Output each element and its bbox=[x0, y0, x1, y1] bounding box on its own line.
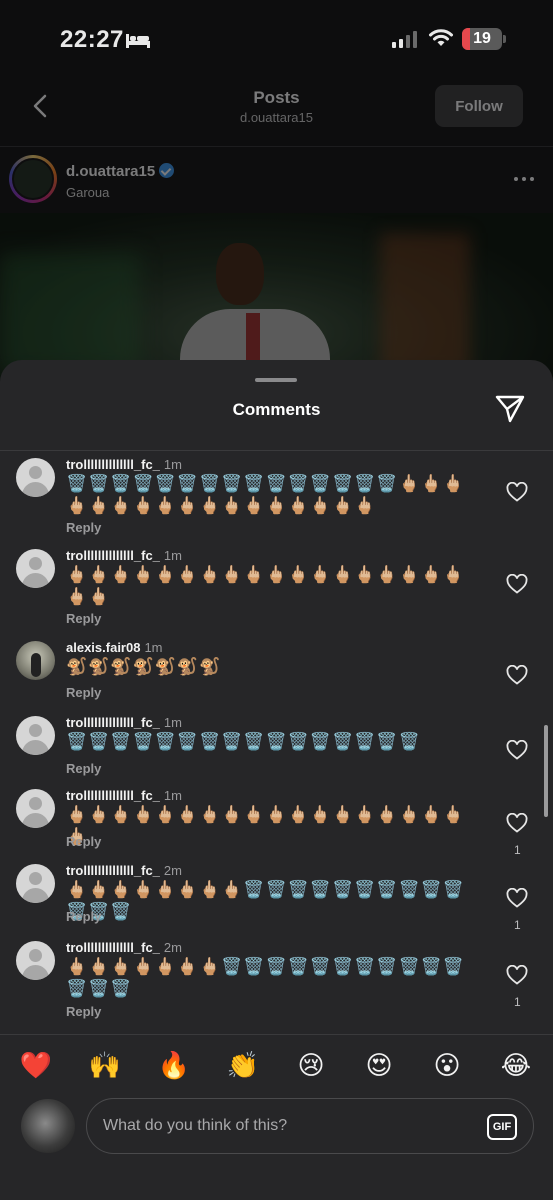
reaction-surprised[interactable]: 😮 bbox=[430, 1049, 464, 1083]
comment-meta: trollllllllllllll_fc_ 1m bbox=[66, 457, 182, 472]
heart-icon[interactable] bbox=[506, 740, 528, 760]
heart-icon[interactable] bbox=[506, 482, 528, 502]
post-location[interactable]: Garoua bbox=[66, 185, 109, 200]
status-bar: 22:27 19 bbox=[0, 0, 553, 80]
comment-time: 1m bbox=[144, 640, 163, 655]
comment-meta: trollllllllllllll_fc_ 2m bbox=[66, 863, 182, 878]
sleep-focus-icon bbox=[126, 34, 150, 48]
current-user-avatar bbox=[21, 1099, 75, 1153]
comment-username[interactable]: trollllllllllllll_fc_ bbox=[66, 715, 160, 730]
gif-button[interactable]: GIF bbox=[487, 1114, 517, 1140]
comment-meta: trollllllllllllll_fc_ 1m bbox=[66, 715, 182, 730]
post-username[interactable]: d.ouattara15 bbox=[66, 163, 155, 180]
reaction-raised-hands[interactable]: 🙌 bbox=[88, 1049, 122, 1083]
heart-icon[interactable] bbox=[506, 813, 528, 833]
post-author[interactable]: d.ouattara15 bbox=[66, 163, 175, 180]
reply-button[interactable]: Reply bbox=[66, 1004, 101, 1019]
wifi-icon bbox=[429, 29, 453, 46]
comment-username[interactable]: trollllllllllllll_fc_ bbox=[66, 457, 160, 472]
comment-username[interactable]: trollllllllllllll_fc_ bbox=[66, 863, 160, 878]
avatar[interactable] bbox=[16, 716, 55, 755]
like-count: 1 bbox=[514, 995, 521, 1009]
battery-level: 19 bbox=[473, 30, 491, 47]
posts-header: Posts d.ouattara15 Follow bbox=[0, 80, 553, 146]
comment-input[interactable] bbox=[103, 1099, 473, 1153]
comment-composer: ❤️ 🙌 🔥 👏 😢 😍 😮 😂 GIF bbox=[0, 1034, 553, 1200]
reaction-heart[interactable]: ❤️ bbox=[19, 1049, 53, 1083]
comment-text: 🖕🏼🖕🏼🖕🏼🖕🏼🖕🏼🖕🏼🖕🏼🖕🏼🖕🏼🖕🏼🖕🏼🖕🏼🖕🏼🖕🏼🖕🏼🖕🏼🖕🏼🖕🏼🖕🏼 bbox=[66, 805, 466, 847]
share-icon[interactable] bbox=[494, 394, 526, 424]
reply-button[interactable]: Reply bbox=[66, 520, 101, 535]
follow-button[interactable]: Follow bbox=[435, 85, 523, 127]
reaction-laughing[interactable]: 😂 bbox=[499, 1049, 533, 1083]
reply-button[interactable]: Reply bbox=[66, 909, 101, 924]
comment-time: 1m bbox=[163, 548, 182, 563]
scrollbar[interactable] bbox=[544, 725, 548, 817]
comment-username[interactable]: alexis.fair08 bbox=[66, 640, 140, 655]
avatar[interactable] bbox=[16, 941, 55, 980]
heart-icon[interactable] bbox=[506, 888, 528, 908]
heart-icon[interactable] bbox=[506, 965, 528, 985]
reply-button[interactable]: Reply bbox=[66, 761, 101, 776]
comment-username[interactable]: trollllllllllllll_fc_ bbox=[66, 940, 160, 955]
reaction-clap[interactable]: 👏 bbox=[226, 1049, 260, 1083]
comment-meta: trollllllllllllll_fc_ 1m bbox=[66, 548, 182, 563]
reply-button[interactable]: Reply bbox=[66, 834, 101, 849]
comment-text: 🖕🏼🖕🏼🖕🏼🖕🏼🖕🏼🖕🏼🖕🏼🗑️🗑️🗑️🗑️🗑️🗑️🗑️🗑️🗑️🗑️🗑️🗑️🗑️… bbox=[66, 957, 466, 999]
sheet-divider bbox=[0, 450, 553, 451]
comment-text: 🗑️🗑️🗑️🗑️🗑️🗑️🗑️🗑️🗑️🗑️🗑️🗑️🗑️🗑️🗑️🖕🏼🖕🏼🖕🏼🖕🏼🖕🏼… bbox=[66, 474, 466, 516]
comment-meta: trollllllllllllll_fc_ 2m bbox=[66, 940, 182, 955]
reaction-fire[interactable]: 🔥 bbox=[157, 1049, 191, 1083]
post-author-avatar[interactable] bbox=[9, 155, 57, 203]
comment-username[interactable]: trollllllllllllll_fc_ bbox=[66, 788, 160, 803]
battery-tip bbox=[503, 35, 506, 43]
like-count: 1 bbox=[514, 918, 521, 932]
reaction-crying[interactable]: 😢 bbox=[294, 1049, 328, 1083]
comment-text: 🖕🏼🖕🏼🖕🏼🖕🏼🖕🏼🖕🏼🖕🏼🖕🏼🗑️🗑️🗑️🗑️🗑️🗑️🗑️🗑️🗑️🗑️🗑️🗑️… bbox=[66, 880, 466, 922]
quick-reactions-bar: ❤️ 🙌 🔥 👏 😢 😍 😮 😂 bbox=[0, 1049, 553, 1083]
like-count: 1 bbox=[514, 843, 521, 857]
avatar[interactable] bbox=[16, 864, 55, 903]
comment-meta: alexis.fair08 1m bbox=[66, 640, 163, 655]
comment-time: 1m bbox=[163, 715, 182, 730]
sheet-title: Comments bbox=[232, 400, 321, 419]
cellular-signal-icon bbox=[392, 30, 417, 48]
reply-button[interactable]: Reply bbox=[66, 611, 101, 626]
comment-time: 2m bbox=[163, 940, 182, 955]
reaction-heart-eyes[interactable]: 😍 bbox=[362, 1049, 396, 1083]
sheet-grabber[interactable] bbox=[255, 378, 297, 382]
reply-button[interactable]: Reply bbox=[66, 685, 101, 700]
verified-badge-icon bbox=[159, 163, 175, 178]
avatar[interactable] bbox=[16, 458, 55, 497]
comment-text: 🗑️🗑️🗑️🗑️🗑️🗑️🗑️🗑️🗑️🗑️🗑️🗑️🗑️🗑️🗑️🗑️ bbox=[66, 732, 421, 752]
comment-time: 2m bbox=[163, 863, 182, 878]
battery-indicator: 19 bbox=[462, 28, 502, 50]
heart-icon[interactable] bbox=[506, 665, 528, 685]
comment-time: 1m bbox=[163, 457, 182, 472]
avatar[interactable] bbox=[16, 641, 55, 680]
heart-icon[interactable] bbox=[506, 574, 528, 594]
comment-username[interactable]: trollllllllllllll_fc_ bbox=[66, 548, 160, 563]
avatar[interactable] bbox=[16, 789, 55, 828]
clock: 22:27 bbox=[60, 26, 124, 53]
comment-time: 1m bbox=[163, 788, 182, 803]
avatar[interactable] bbox=[16, 549, 55, 588]
comment-meta: trollllllllllllll_fc_ 1m bbox=[66, 788, 182, 803]
more-options-icon[interactable] bbox=[514, 177, 534, 181]
comment-input-container: GIF bbox=[86, 1098, 534, 1154]
post-header: d.ouattara15 Garoua bbox=[0, 147, 553, 213]
comment-text: 🐒🐒🐒🐒🐒🐒🐒 bbox=[66, 657, 222, 677]
comment-text: 🖕🏼🖕🏼🖕🏼🖕🏼🖕🏼🖕🏼🖕🏼🖕🏼🖕🏼🖕🏼🖕🏼🖕🏼🖕🏼🖕🏼🖕🏼🖕🏼🖕🏼🖕🏼🖕🏼🖕🏼 bbox=[66, 565, 466, 607]
